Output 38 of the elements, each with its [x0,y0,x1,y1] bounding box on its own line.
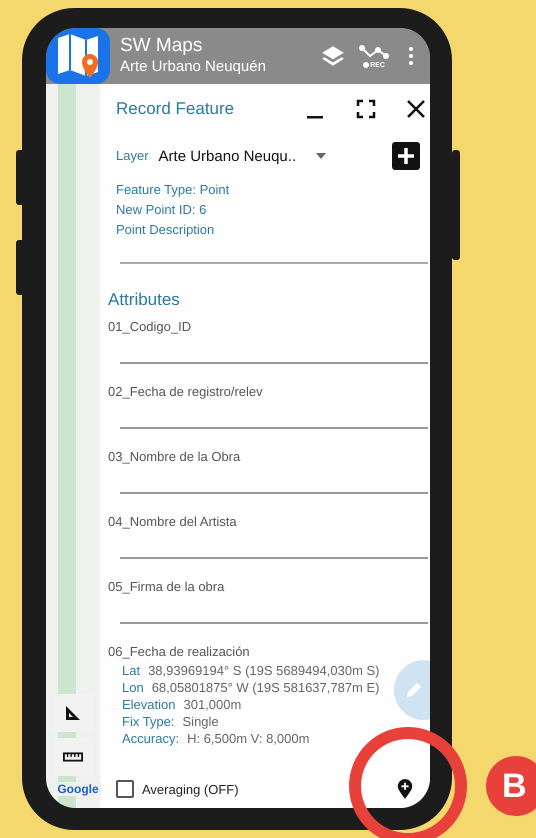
track-graph-icon [358,44,390,62]
gps-value: H: 6,500m V: 8,000m [187,730,310,747]
layer-label: Layer [116,147,149,165]
attribute-label: 03_Nombre de la Obra [108,448,242,466]
feature-info-text: New Point ID: 6 [116,201,208,219]
step-badge: B [486,756,536,816]
layer-dropdown[interactable]: Arte Urbano Neuqu.. [158,148,392,164]
add-layer-button[interactable] [392,142,420,170]
attribute-label: 06_Fecha de realización [108,643,251,661]
more-options-icon[interactable] [408,46,414,66]
feature-info-text: Point Description [116,221,216,239]
gps-label: Fix Type: [122,713,175,730]
caret-icon [316,153,326,159]
attributes-heading: Attributes [108,290,181,310]
gps-label: Elevation [122,696,176,713]
attribute-label: 05_Firma de la obra [108,578,226,596]
record-dot-icon [363,62,370,68]
gps-label: Lon [122,679,144,696]
feature-info-text: Feature Type: Point [116,181,230,199]
gps-value: Single [182,713,219,730]
layer-subtitle: Arte Urbano Neuquén [120,57,267,77]
fullscreen-icon[interactable] [354,97,378,121]
attribute-label: 02_Fecha de registro/relev [108,383,264,401]
measure-tool-button[interactable] [53,738,93,776]
gps-value: 38,93969194° S (19S 5689494,030m S) [148,662,380,679]
app-title: SW Maps [120,35,204,57]
map-attribution: Google [55,782,101,796]
gps-label: Lat [122,662,140,679]
gps-label: Accuracy: [122,730,180,747]
angle-tool-button[interactable] [53,694,93,732]
pencil-icon [404,680,424,700]
attribute-label: 01_Codigo_ID [108,318,192,336]
attribute-label: 04_Nombre del Artista [108,513,238,531]
gps-value: 68,05801875° W (19S 581637,787m E) [152,679,380,696]
gps-value: 301,000m [183,696,242,713]
averaging-checkbox[interactable]: Averaging (OFF) [116,780,396,798]
panel-title: Record Feature [115,99,236,119]
add-point-icon[interactable] [396,778,414,800]
